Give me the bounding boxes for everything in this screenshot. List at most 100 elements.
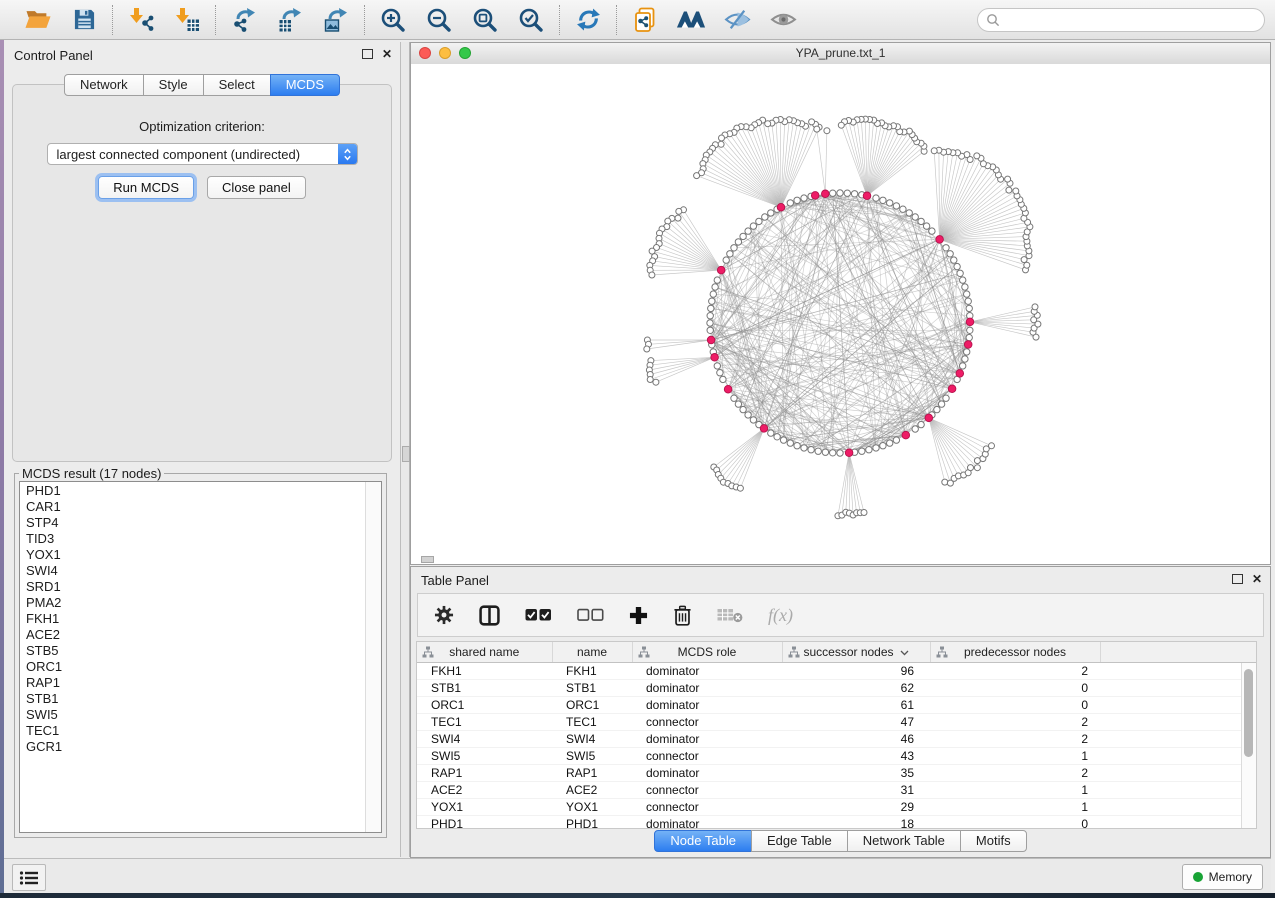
table-row[interactable]: FKH1FKH1dominator962 [417,663,1256,680]
cell: 0 [930,816,1100,830]
list-item[interactable]: GCR1 [20,739,366,755]
add-row-button[interactable] [629,606,648,625]
tab-edge-table[interactable]: Edge Table [751,830,848,852]
mcds-panel: Optimization criterion: largest connecte… [12,84,392,462]
cell: YOX1 [417,799,552,816]
float-panel-icon[interactable] [362,49,373,59]
table-row[interactable]: PHD1PHD1dominator180 [417,816,1256,830]
table-row[interactable]: RAP1RAP1dominator352 [417,765,1256,782]
delete-table-button[interactable] [717,607,743,623]
column-header-shared-name[interactable]: shared name [417,642,552,663]
export-image-icon [323,7,349,33]
cell: 35 [782,765,930,782]
mcds-result-listbox: PHD1CAR1STP4TID3YOX1SWI4SRD1PMA2FKH1ACE2… [19,481,382,833]
column-header-name[interactable]: name [552,642,632,663]
zoom-in-button[interactable] [378,5,408,35]
column-header-predecessor-nodes[interactable]: predecessor nodes [930,642,1100,663]
zoom-fit-icon [472,7,498,33]
list-item[interactable]: SWI5 [20,707,366,723]
table-row[interactable]: TEC1TEC1connector472 [417,714,1256,731]
network-document-button[interactable] [630,5,660,35]
table-row[interactable]: SWI5SWI5connector431 [417,748,1256,765]
tab-node-table[interactable]: Node Table [654,830,752,852]
tab-network[interactable]: Network [64,74,144,96]
list-item[interactable]: FKH1 [20,611,366,627]
import-network-button[interactable] [126,5,156,35]
cell: 29 [782,799,930,816]
zoom-selected-button[interactable] [516,5,546,35]
deselect-all-button[interactable] [577,608,604,622]
list-item[interactable]: ORC1 [20,659,366,675]
close-panel-button[interactable]: Close panel [207,176,306,199]
list-item[interactable]: STP4 [20,515,366,531]
list-item[interactable]: STB1 [20,691,366,707]
column-header-MCDS-role[interactable]: MCDS role [632,642,782,663]
show-eye-button[interactable] [768,5,798,35]
list-scrollbar[interactable] [365,482,381,832]
select-all-button[interactable] [525,608,552,622]
list-item[interactable]: TEC1 [20,723,366,739]
tab-mcds[interactable]: MCDS [270,74,340,96]
tab-select[interactable]: Select [203,74,271,96]
binoculars-button[interactable] [676,5,706,35]
status-menu-button[interactable] [12,864,46,891]
horizontal-splitter-handle[interactable] [421,556,434,563]
tab-motifs[interactable]: Motifs [960,830,1027,852]
optimization-select[interactable]: largest connected component (undirected) [47,143,358,165]
float-panel-icon[interactable] [1232,574,1243,584]
table-row[interactable]: SWI4SWI4dominator462 [417,731,1256,748]
list-item[interactable]: YOX1 [20,547,366,563]
optimization-label: Optimization criterion: [13,119,391,134]
cell: dominator [632,816,782,830]
open-button[interactable] [23,5,53,35]
search-input[interactable] [1005,12,1256,28]
cell: PHD1 [552,816,632,830]
memory-label: Memory [1209,870,1252,884]
show-column-button[interactable] [479,605,500,626]
column-header-successor-nodes[interactable]: successor nodes [782,642,930,663]
zoom-out-button[interactable] [424,5,454,35]
export-table-button[interactable] [275,5,305,35]
table-row[interactable]: ACE2ACE2connector311 [417,782,1256,799]
list-item[interactable]: STB5 [20,643,366,659]
run-mcds-button[interactable]: Run MCDS [98,176,194,199]
table-panel-header: Table Panel ✕ [411,567,1270,593]
list-item[interactable]: SRD1 [20,579,366,595]
zoom-check-icon [518,7,544,33]
list-item[interactable]: ACE2 [20,627,366,643]
close-panel-icon[interactable]: ✕ [1252,573,1262,585]
hide-eye-button[interactable] [722,5,752,35]
vertical-splitter[interactable] [401,42,410,857]
cell: SWI5 [552,748,632,765]
list-item[interactable]: CAR1 [20,499,366,515]
save-button[interactable] [69,5,99,35]
memory-button[interactable]: Memory [1182,864,1263,890]
list-item[interactable]: SWI4 [20,563,366,579]
cell: TEC1 [417,714,552,731]
function-builder-button[interactable]: f(x) [768,605,793,626]
tab-network-table[interactable]: Network Table [847,830,961,852]
table-scrollbar[interactable] [1241,663,1256,828]
refresh-button[interactable] [573,5,603,35]
splitter-handle[interactable] [402,446,410,462]
table-row[interactable]: STB1STB1dominator620 [417,680,1256,697]
scrollbar-thumb[interactable] [1244,669,1253,757]
zoom-fit-button[interactable] [470,5,500,35]
cell: 1 [930,782,1100,799]
table-settings-button[interactable] [434,605,454,625]
table-row[interactable]: YOX1YOX1connector291 [417,799,1256,816]
network-window-titlebar[interactable]: YPA_prune.txt_1 [411,43,1270,65]
list-item[interactable]: PMA2 [20,595,366,611]
export-network-button[interactable] [229,5,259,35]
tab-style[interactable]: Style [143,74,204,96]
network-graph[interactable] [411,64,1270,564]
import-table-button[interactable] [172,5,202,35]
export-image-button[interactable] [321,5,351,35]
list-item[interactable]: TID3 [20,531,366,547]
list-item[interactable]: PHD1 [20,483,366,499]
list-item[interactable]: RAP1 [20,675,366,691]
close-panel-icon[interactable]: ✕ [382,48,392,60]
delete-button[interactable] [673,605,692,626]
table-row[interactable]: ORC1ORC1dominator610 [417,697,1256,714]
refresh-group [560,5,616,35]
